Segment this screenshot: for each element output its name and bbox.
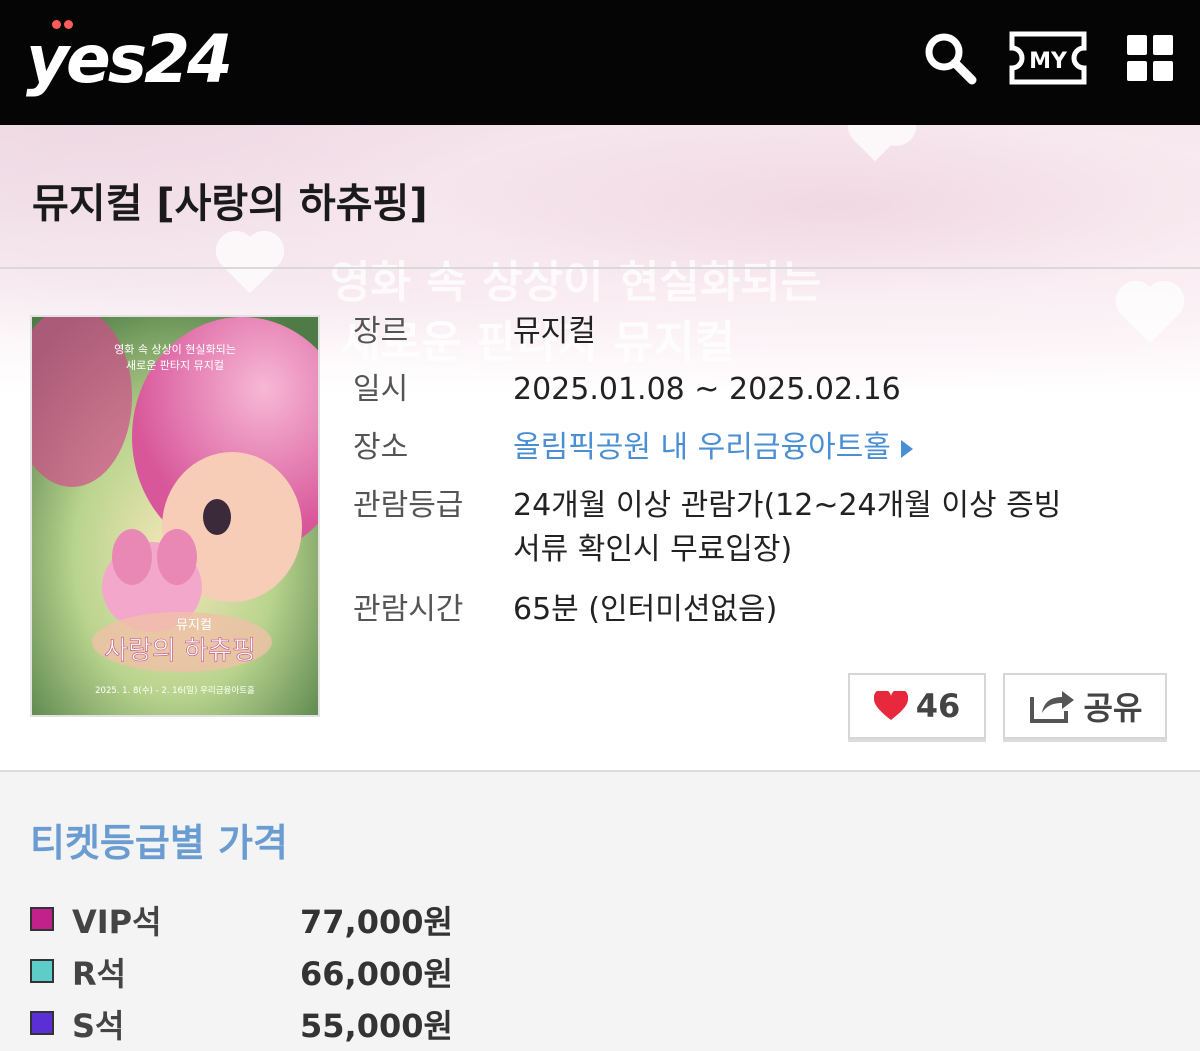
top-navigation-bar: yes24 MY — [0, 0, 1200, 125]
price-row-r: R석 66,000원 — [30, 947, 530, 993]
info-value: 65분 (인터미션없음) — [513, 592, 778, 627]
my-label: MY — [1029, 49, 1068, 74]
like-count: 46 — [915, 687, 961, 725]
grade-color-swatch — [30, 1011, 54, 1035]
grade-price: 55,000원 — [300, 1007, 453, 1045]
share-button[interactable]: 공유 — [1003, 673, 1167, 739]
grade-price: 77,000원 — [300, 903, 453, 941]
info-label: 장소 — [353, 430, 409, 465]
grade-name: S석 — [72, 1007, 125, 1045]
price-row-vip: VIP석 77,000원 — [30, 895, 530, 941]
price-row-s: S석 55,000원 — [30, 999, 530, 1045]
grade-color-swatch — [30, 907, 54, 931]
grade-name: VIP석 — [72, 903, 162, 941]
grade-color-swatch — [30, 959, 54, 983]
like-button[interactable]: 46 — [848, 673, 986, 739]
my-page-button[interactable]: MY — [1008, 30, 1088, 86]
poster-illustration: 영화 속 상상이 현실화되는 새로운 판타지 뮤지컬 뮤지컬 사랑의 하츄핑 2… — [32, 317, 318, 715]
yes24-logo[interactable]: yes24 — [26, 14, 266, 104]
info-label: 장르 — [353, 314, 409, 349]
arrow-right-icon — [900, 439, 913, 458]
share-label: 공유 — [1083, 689, 1143, 727]
my-ticket-icon: MY — [1009, 31, 1087, 85]
poster-title: 사랑의 하츄핑 — [104, 636, 256, 666]
logo-text: yes24 — [26, 21, 233, 98]
info-label: 관람등급 — [353, 488, 464, 523]
grade-name: R석 — [72, 955, 127, 993]
grade-price: 66,000원 — [300, 955, 453, 993]
price-section-title: 티켓등급별 가격 — [30, 821, 288, 865]
title-divider — [0, 267, 1200, 269]
heart-decoration-icon — [1121, 286, 1179, 344]
info-label: 관람시간 — [353, 592, 464, 627]
info-value: 24개월 이상 관람가(12~24개월 이상 증빙 서류 확인시 무료입장) — [513, 488, 1062, 567]
poster-subtitle: 뮤지컬 — [176, 618, 212, 633]
heart-decoration-icon — [853, 125, 897, 162]
venue-link[interactable]: 올림픽공원 내 우리금융아트홀 — [513, 426, 913, 470]
search-icon[interactable] — [922, 30, 978, 86]
info-label: 일시 — [353, 372, 409, 407]
info-value: 2025.01.08 ~ 2025.02.16 — [513, 372, 901, 407]
poster-tagline-line1: 영화 속 상상이 현실화되는 — [114, 343, 236, 356]
share-icon — [1029, 691, 1074, 723]
show-detail-section: 영화 속 상상이 현실화되는 새로운 판타지 뮤지컬 뮤지컬 [사랑의 하츄핑] — [0, 125, 1200, 770]
poster-dates-venue: 2025. 1. 8(수) - 2. 16(일) 우리금융아트홀 — [95, 685, 255, 696]
poster-tagline-line2: 새로운 판타지 뮤지컬 — [126, 359, 224, 372]
show-title: 뮤지컬 [사랑의 하츄핑] — [32, 181, 428, 227]
section-divider — [0, 770, 1200, 772]
heart-decoration-icon — [221, 236, 279, 294]
heart-icon — [873, 691, 908, 720]
info-value: 뮤지컬 — [513, 314, 596, 349]
show-poster[interactable]: 영화 속 상상이 현실화되는 새로운 판타지 뮤지컬 뮤지컬 사랑의 하츄핑 2… — [30, 315, 320, 717]
menu-grid-icon[interactable] — [1125, 33, 1175, 83]
